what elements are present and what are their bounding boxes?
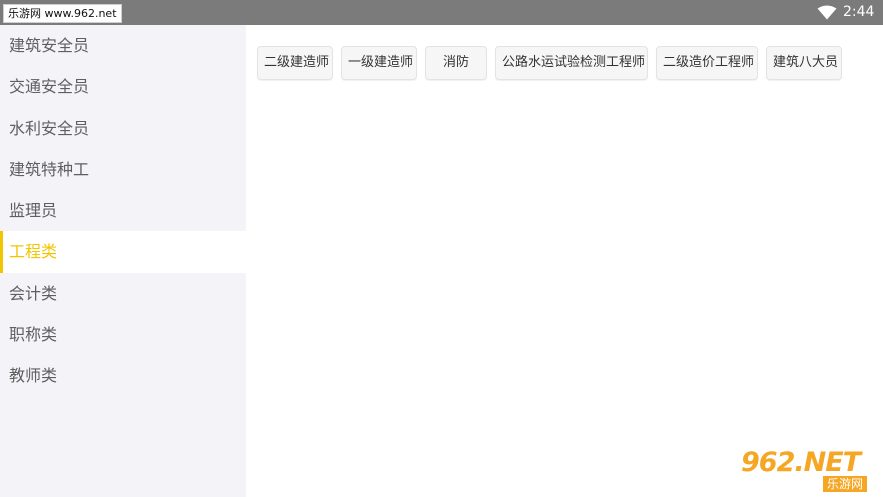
sidebar-item-building-safety[interactable]: 建筑安全员 [0, 25, 246, 66]
sidebar-item-teacher[interactable]: 教师类 [0, 355, 246, 396]
chip-highway-waterway-testing-engineer[interactable]: 公路水运试验检测工程师 [495, 46, 648, 80]
sidebar-item-engineering[interactable]: 工程类 [0, 231, 246, 274]
sidebar-item-traffic-safety[interactable]: 交通安全员 [0, 66, 246, 107]
chip-second-class-cost-engineer[interactable]: 二级造价工程师 [656, 46, 758, 80]
chip-building-eight-staff[interactable]: 建筑八大员 [766, 46, 842, 80]
category-sidebar: 建筑安全员 交通安全员 水利安全员 建筑特种工 监理员 工程类 会计类 职称类 … [0, 25, 246, 497]
status-bar: 乐游网 www.962.net 2:44 [0, 0, 883, 25]
watermark-logo-text: 962.NET [741, 447, 861, 478]
sidebar-item-supervisor[interactable]: 监理员 [0, 190, 246, 231]
sidebar-item-water-safety[interactable]: 水利安全员 [0, 108, 246, 149]
chip-fire-protection[interactable]: 消防 [425, 46, 487, 80]
clock: 2:44 [843, 4, 875, 20]
wifi-icon [817, 5, 837, 20]
watermark-site-name: 乐游网 [823, 476, 868, 492]
sidebar-item-title[interactable]: 职称类 [0, 314, 246, 355]
watermark-label: 乐游网 www.962.net [3, 4, 122, 23]
sidebar-item-special-worker[interactable]: 建筑特种工 [0, 149, 246, 190]
sidebar-item-accounting[interactable]: 会计类 [0, 273, 246, 314]
subcategory-chips: 二级建造师 一级建造师 消防 公路水运试验检测工程师 二级造价工程师 建筑八大员 [257, 46, 842, 80]
chip-second-class-constructor[interactable]: 二级建造师 [257, 46, 333, 80]
watermark-logo: 962.NET 乐游网 [741, 449, 877, 493]
chip-first-class-constructor[interactable]: 一级建造师 [341, 46, 417, 80]
